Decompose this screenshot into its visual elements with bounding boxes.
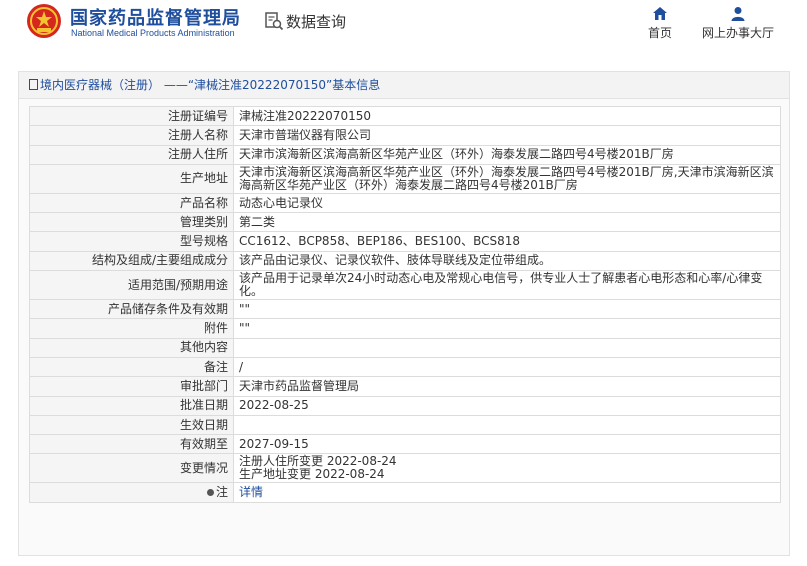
table-row: 产品名称 动态心电记录仪 xyxy=(29,192,781,214)
row-label: 注册证编号 xyxy=(29,105,234,127)
row-label: 结构及组成/主要组成成分 xyxy=(29,250,234,272)
row-value: 2027-09-15 xyxy=(233,434,781,455)
table-row: 注册证编号 津械注准20222070150 xyxy=(29,105,781,127)
row-label: 生效日期 xyxy=(29,414,234,436)
row-label: 备注 xyxy=(29,356,234,378)
row-label: 有效期至 xyxy=(29,434,234,455)
table-row: 产品储存条件及有效期 "" xyxy=(29,299,781,320)
table-row: 注册人名称 天津市普瑞仪器有限公司 xyxy=(29,125,781,146)
nav-home-label: 首页 xyxy=(647,26,672,40)
row-label: 注 xyxy=(29,482,234,503)
row-value: 津械注准20222070150 xyxy=(233,105,781,127)
registration-info-panel: 境内医疗器械（注册） ——“津械注准20222070150”基本信息 注册证编号… xyxy=(18,71,790,556)
nav-online-hall[interactable]: 网上办事大厅 xyxy=(698,6,778,41)
national-emblem-icon xyxy=(27,4,61,38)
change-entry: 生产地址变更 2022-08-24 xyxy=(239,467,385,482)
details-link[interactable]: 详情 xyxy=(239,485,263,499)
row-label: 注册人名称 xyxy=(29,125,234,146)
row-value: "" xyxy=(233,318,781,339)
row-value: CC1612、BCP858、BEP186、BES100、BCS818 xyxy=(233,231,781,252)
table-row: 适用范围/预期用途 该产品用于记录单次24小时动态心电及常规心电信号，供专业人士… xyxy=(29,270,781,301)
row-value xyxy=(233,337,781,358)
nav-online-hall-label: 网上办事大厅 xyxy=(701,26,774,40)
table-row: 生效日期 xyxy=(29,414,781,436)
row-label: 型号规格 xyxy=(29,231,234,252)
row-label: 产品名称 xyxy=(29,192,234,214)
table-row: 注册人住所 天津市滨海新区滨海高新区华苑产业区（环外）海泰发展二路四号4号楼20… xyxy=(29,144,781,165)
data-query-label: 数据查询 xyxy=(286,12,347,31)
document-icon xyxy=(29,79,38,90)
row-value: 该产品由记录仪、记录仪软件、肢体导联线及定位带组成。 xyxy=(233,250,781,272)
table-row: 注 详情 xyxy=(29,482,781,503)
row-value: 天津市滨海新区滨海高新区华苑产业区（环外）海泰发展二路四号4号楼201B厂房 xyxy=(233,144,781,165)
note-label: 注 xyxy=(215,485,228,500)
row-label: 注册人住所 xyxy=(29,144,234,165)
table-row: 管理类别 第二类 xyxy=(29,212,781,233)
note-icon xyxy=(206,489,214,497)
row-value: 天津市普瑞仪器有限公司 xyxy=(233,125,781,146)
table-row: 生产地址 天津市滨海新区滨海高新区华苑产业区（环外）海泰发展二路四号4号楼201… xyxy=(29,163,781,194)
row-label: 产品储存条件及有效期 xyxy=(29,299,234,320)
table-row: 有效期至 2027-09-15 xyxy=(29,434,781,455)
info-table: 注册证编号 津械注准20222070150 注册人名称 天津市普瑞仪器有限公司 … xyxy=(29,105,781,503)
row-value: 天津市滨海新区滨海高新区华苑产业区（环外）海泰发展二路四号4号楼201B厂房,天… xyxy=(233,163,781,194)
table-row: 附件 "" xyxy=(29,318,781,339)
row-value: 详情 xyxy=(233,482,781,503)
table-row: 结构及组成/主要组成成分 该产品由记录仪、记录仪软件、肢体导联线及定位带组成。 xyxy=(29,250,781,272)
row-value: / xyxy=(233,356,781,378)
table-row: 其他内容 xyxy=(29,337,781,358)
nav-home[interactable]: 首页 xyxy=(641,6,679,41)
home-icon xyxy=(653,7,667,20)
row-value: "" xyxy=(233,299,781,320)
row-label: 变更情况 xyxy=(29,453,234,484)
user-icon xyxy=(731,7,745,21)
row-value: 该产品用于记录单次24小时动态心电及常规心电信号，供专业人士了解患者心电形态和心… xyxy=(233,270,781,301)
panel-title: 境内医疗器械（注册） ——“津械注准20222070150”基本信息 xyxy=(19,72,789,99)
row-value: 天津市药品监督管理局 xyxy=(233,376,781,397)
header-divider xyxy=(0,56,807,66)
table-row: 备注 / xyxy=(29,356,781,378)
row-label: 生产地址 xyxy=(29,163,234,194)
table-row: 审批部门 天津市药品监督管理局 xyxy=(29,376,781,397)
site-header: 国家药品监督管理局 National Medical Products Admi… xyxy=(0,0,807,56)
data-query-link[interactable]: 数据查询 xyxy=(264,10,346,32)
row-value: 动态心电记录仪 xyxy=(233,192,781,214)
row-value xyxy=(233,414,781,436)
row-value: 注册人住所变更 2022-08-24 生产地址变更 2022-08-24 xyxy=(233,453,781,484)
brand-subtitle: National Medical Products Administration xyxy=(71,28,235,38)
brand-title: 国家药品监督管理局 xyxy=(70,8,241,29)
row-value: 第二类 xyxy=(233,212,781,233)
table-row: 型号规格 CC1612、BCP858、BEP186、BES100、BCS818 xyxy=(29,231,781,252)
row-label: 附件 xyxy=(29,318,234,339)
table-row: 变更情况 注册人住所变更 2022-08-24 生产地址变更 2022-08-2… xyxy=(29,453,781,484)
row-label: 其他内容 xyxy=(29,337,234,358)
panel-title-text: 境内医疗器械（注册） ——“津械注准20222070150”基本信息 xyxy=(40,78,381,92)
row-label: 管理类别 xyxy=(29,212,234,233)
row-value: 2022-08-25 xyxy=(233,395,781,416)
table-row: 批准日期 2022-08-25 xyxy=(29,395,781,416)
search-document-icon xyxy=(265,12,284,31)
row-label: 适用范围/预期用途 xyxy=(29,270,234,301)
row-label: 审批部门 xyxy=(29,376,234,397)
row-label: 批准日期 xyxy=(29,395,234,416)
